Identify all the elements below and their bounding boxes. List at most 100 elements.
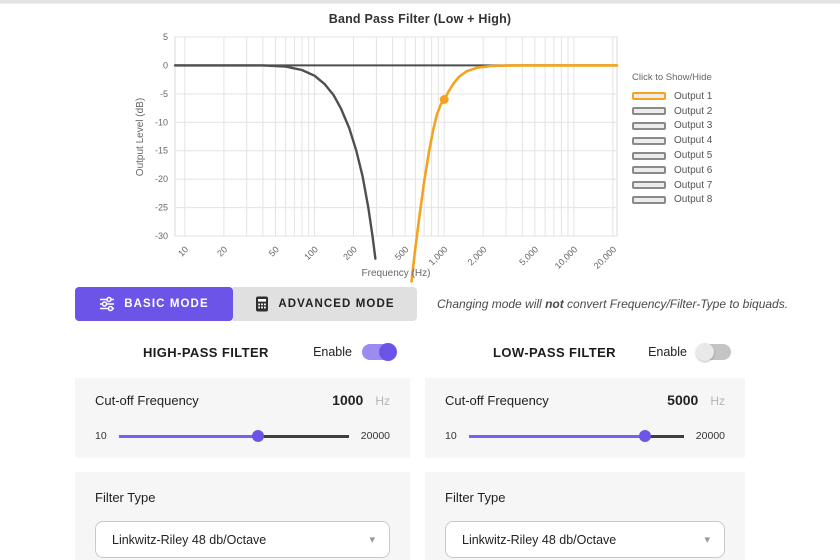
lp-cutoff-value: 5000 — [667, 392, 699, 408]
x-tick-label: 10 — [176, 244, 190, 258]
filter-type-row: Filter Type Linkwitz-Riley 48 db/Octave … — [75, 472, 840, 560]
basic-mode-button[interactable]: BASIC MODE — [75, 287, 233, 321]
filter-headers-row: HIGH-PASS FILTER Enable LOW-PASS FILTER … — [75, 321, 840, 362]
advanced-mode-button[interactable]: ADVANCED MODE — [233, 287, 417, 321]
x-tick-label: 100 — [302, 244, 320, 262]
hp-filter-type-value: Linkwitz-Riley 48 db/Octave — [112, 532, 267, 547]
x-tick-label: 10,000 — [553, 244, 580, 271]
chart-legend: Click to Show/Hide Output 1 Output 2 Outpu… — [632, 72, 712, 207]
lp-cutoff-label: Cut-off Frequency — [445, 393, 549, 408]
low-pass-filter-type-card: Filter Type Linkwitz-Riley 48 db/Octave … — [425, 472, 745, 560]
chart-section: Band Pass Filter (Low + High) 10 20 50 100 2… — [0, 4, 840, 287]
legend-swatch — [632, 181, 666, 190]
legend-swatch — [632, 92, 666, 101]
legend-item-output-8[interactable]: Output 8 — [632, 193, 712, 208]
toggle-knob — [696, 343, 714, 361]
hp-slider-min: 10 — [95, 430, 107, 442]
legend-title: Click to Show/Hide — [632, 72, 712, 83]
legend-item-label: Output 6 — [674, 164, 713, 176]
y-tick-label: 0 — [163, 60, 168, 70]
chevron-down-icon: ▾ — [369, 534, 375, 546]
low-pass-title: LOW-PASS FILTER — [493, 344, 616, 360]
advanced-mode-label: ADVANCED MODE — [278, 298, 395, 310]
legend-item-output-7[interactable]: Output 7 — [632, 178, 712, 193]
y-tick-label: -20 — [155, 174, 168, 184]
legend-swatch — [632, 121, 666, 130]
legend-swatch — [632, 136, 666, 145]
chart-canvas[interactable]: 10 20 50 100 200 500 1,000 2,000 5,000 10,000 20,0… — [0, 4, 840, 287]
high-pass-filter-type-card: Filter Type Linkwitz-Riley 48 db/Octave … — [75, 472, 410, 560]
slider-fill — [118, 434, 259, 438]
lp-slider-min: 10 — [445, 430, 457, 442]
legend-swatch — [632, 151, 666, 160]
legend-swatch — [632, 107, 666, 116]
low-pass-enable-label: Enable — [648, 345, 687, 359]
x-tick-label: 200 — [341, 244, 359, 262]
y-tick-label: 5 — [163, 32, 168, 42]
sliders-icon — [100, 296, 115, 312]
x-tick-label: 1,000 — [427, 244, 450, 267]
lp-slider-max: 20000 — [695, 430, 725, 442]
lp-filter-type-dropdown[interactable]: Linkwitz-Riley 48 db/Octave ▾ — [445, 521, 725, 558]
x-tick-label: 2,000 — [466, 244, 489, 267]
legend-item-label: Output 8 — [674, 194, 713, 206]
y-tick-label: -25 — [155, 203, 168, 213]
legend-item-label: Output 7 — [674, 179, 713, 191]
hp-filter-type-dropdown[interactable]: Linkwitz-Riley 48 db/Octave ▾ — [95, 521, 390, 558]
lp-cutoff-slider[interactable] — [468, 430, 684, 442]
legend-item-output-2[interactable]: Output 2 — [632, 104, 712, 119]
hp-cutoff-label: Cut-off Frequency — [95, 393, 199, 408]
legend-swatch — [632, 195, 666, 204]
x-tick-label: 20,000 — [592, 244, 619, 271]
low-pass-enable-toggle[interactable] — [696, 343, 731, 361]
cutoff-row: Cut-off Frequency 1000 Hz 10 20000 Cut-o… — [75, 378, 840, 458]
x-tick-label: 5,000 — [517, 244, 540, 267]
hp-cutoff-value: 1000 — [332, 392, 364, 408]
slider-thumb[interactable] — [252, 430, 265, 442]
x-axis-title: Frequency (Hz) — [362, 268, 431, 279]
legend-item-output-3[interactable]: Output 3 — [632, 119, 712, 134]
low-pass-cutoff-card: Cut-off Frequency 5000 Hz 10 20000 — [425, 378, 745, 458]
plot-border — [174, 36, 618, 237]
hp-cutoff-unit: Hz — [375, 394, 390, 408]
high-pass-enable-toggle[interactable] — [362, 343, 397, 361]
y-tick-label: -5 — [160, 89, 168, 99]
y-axis-title: Output Level (dB) — [135, 98, 146, 176]
lp-cutoff-unit: Hz — [710, 394, 725, 408]
mode-toggle-bar: BASIC MODE ADVANCED MODE Changing mode w… — [75, 287, 840, 321]
legend-item-output-4[interactable]: Output 4 — [632, 133, 712, 148]
slider-fill — [468, 434, 645, 438]
x-tick-label: 500 — [393, 244, 411, 262]
hp-slider-max: 20000 — [360, 430, 390, 442]
hp-cutoff-slider[interactable] — [118, 430, 349, 442]
legend-item-label: Output 3 — [674, 120, 713, 132]
basic-mode-label: BASIC MODE — [124, 298, 209, 310]
legend-item-output-1[interactable]: Output 1 — [632, 89, 712, 104]
hp-filter-type-label: Filter Type — [95, 490, 156, 505]
y-tick-label: -30 — [155, 231, 168, 241]
calculator-icon — [256, 296, 269, 312]
legend-item-label: Output 1 — [674, 90, 713, 102]
slider-thumb[interactable] — [638, 430, 651, 442]
high-pass-enable-label: Enable — [313, 345, 352, 359]
legend-item-output-5[interactable]: Output 5 — [632, 148, 712, 163]
legend-item-label: Output 5 — [674, 150, 713, 162]
high-pass-cutoff-card: Cut-off Frequency 1000 Hz 10 20000 — [75, 378, 410, 458]
lp-filter-type-value: Linkwitz-Riley 48 db/Octave — [462, 532, 617, 547]
y-tick-label: -10 — [155, 117, 168, 127]
y-tick-label: -15 — [155, 146, 168, 156]
toggle-knob — [379, 343, 397, 361]
chevron-down-icon: ▾ — [704, 534, 710, 546]
x-tick-label: 20 — [215, 244, 229, 258]
lp-filter-type-label: Filter Type — [445, 490, 506, 505]
cutoff-marker[interactable] — [439, 95, 449, 104]
legend-swatch — [632, 166, 666, 175]
x-tick-label: 50 — [267, 244, 281, 258]
mode-change-note: Changing mode will not convert Frequency… — [437, 297, 789, 311]
legend-item-label: Output 2 — [674, 105, 713, 117]
low-pass-header: LOW-PASS FILTER Enable — [425, 342, 745, 362]
high-pass-header: HIGH-PASS FILTER Enable — [75, 342, 410, 362]
legend-item-output-6[interactable]: Output 6 — [632, 163, 712, 178]
legend-item-label: Output 4 — [674, 135, 713, 147]
high-pass-title: HIGH-PASS FILTER — [143, 344, 269, 360]
